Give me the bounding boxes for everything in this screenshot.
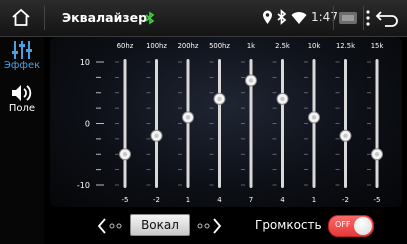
band-value-label: 1	[312, 196, 316, 204]
band-slider-knob-center	[280, 96, 285, 102]
eq-band-500hz: 500hz 4	[209, 42, 230, 204]
eq-band-15k: 15k -5	[367, 42, 383, 204]
band-value-label: -5	[122, 196, 129, 204]
more-vert-icon	[366, 10, 370, 26]
band-slider-knob-center	[154, 133, 159, 138]
equalizer-panel: 10 0 -10 60hz -5 100hz -2 200hz 1 500hz 4 1k 7 2.5k 4…	[50, 37, 402, 207]
previous-preset-button[interactable]	[97, 216, 125, 236]
eq-band-200hz: 200hz 1	[178, 42, 199, 204]
home-icon	[12, 8, 30, 26]
sidebar-item-label: Эффек	[3, 60, 41, 71]
equalizer-icon	[12, 41, 32, 59]
band-value-label: 1	[186, 196, 190, 204]
band-frequency-label: 12.5k	[336, 42, 355, 50]
band-value-label: 4	[217, 196, 222, 204]
band-slider-track[interactable]	[218, 59, 221, 188]
sidebar: Эффек Поле	[0, 37, 44, 244]
band-frequency-label: 15k	[371, 42, 384, 50]
band-slider-knob-center	[185, 115, 191, 120]
band-slider-knob-center	[122, 152, 128, 157]
scale-label-mid: 0	[85, 120, 90, 129]
sidebar-item-field[interactable]: Поле	[0, 81, 44, 125]
band-value-label: -5	[374, 196, 381, 204]
eq-band-10k: 10k 1	[304, 42, 320, 204]
divider	[44, 6, 45, 30]
band-frequency-label: 200hz	[178, 42, 199, 50]
band-slider-knob-center	[343, 133, 348, 138]
equalizer-sliders: 10 0 -10 60hz -5 100hz -2 200hz 1 500hz 4 1k 7 2.5k 4…	[77, 42, 383, 204]
sidebar-item-effects[interactable]: Эффек	[0, 37, 44, 81]
location-icon	[262, 10, 273, 29]
band-slider-track[interactable]	[186, 59, 190, 188]
eq-band-1k: 1k 7	[241, 42, 257, 204]
screen-icon	[339, 12, 357, 24]
band-value-label: 7	[249, 196, 253, 204]
toggle-state-text: OFF	[335, 220, 351, 229]
home-button[interactable]	[8, 6, 34, 30]
loudness-label: Громкость	[255, 218, 322, 232]
band-value-label: -2	[342, 196, 349, 204]
bluetooth-status-icon	[144, 10, 156, 29]
speaker-icon	[12, 85, 32, 101]
eq-band-100hz: 100hz -2	[146, 42, 167, 204]
toggle-knob	[354, 217, 372, 235]
band-frequency-label: 100hz	[146, 42, 167, 50]
wifi-icon	[291, 10, 307, 29]
band-slider-track[interactable]	[281, 59, 284, 188]
band-slider-knob-center	[374, 152, 380, 157]
chevron-left-icon	[97, 218, 122, 234]
band-slider-knob-center	[248, 78, 254, 83]
eq-band-2.5k: 2.5k 4	[272, 42, 290, 204]
next-preset-button[interactable]	[195, 216, 223, 236]
screen-button[interactable]	[313, 8, 337, 28]
eq-band-60hz: 60hz -5	[115, 42, 134, 204]
back-button[interactable]	[372, 7, 400, 29]
band-frequency-label: 60hz	[117, 42, 134, 50]
bluetooth-icon	[276, 9, 287, 29]
band-frequency-label: 2.5k	[275, 42, 290, 50]
screen-mode-button[interactable]	[337, 9, 359, 27]
band-slider-track[interactable]	[344, 59, 347, 188]
eq-band-12.5k: 12.5k -2	[335, 42, 355, 204]
band-frequency-label: 1k	[247, 42, 255, 50]
chevron-right-icon	[197, 218, 222, 234]
preset-button[interactable]: Вокал	[130, 214, 190, 236]
band-slider-track[interactable]	[312, 59, 316, 188]
menu-button[interactable]	[363, 8, 373, 28]
back-icon	[375, 11, 398, 27]
scale-label-max: 10	[80, 58, 90, 67]
band-slider-knob-center	[311, 115, 317, 120]
band-value-label: -2	[153, 196, 160, 204]
sidebar-item-label: Поле	[8, 103, 36, 114]
band-frequency-label: 500hz	[209, 42, 230, 50]
band-frequency-label: 10k	[308, 42, 321, 50]
band-slider-track[interactable]	[123, 59, 127, 188]
scale-label-min: -10	[77, 181, 90, 190]
band-slider-knob-center	[217, 96, 222, 102]
band-slider-track[interactable]	[375, 59, 379, 188]
band-slider-track[interactable]	[155, 59, 158, 188]
band-value-label: 4	[280, 196, 285, 204]
app-title: Эквалайзер	[62, 10, 148, 25]
loudness-toggle[interactable]: OFF	[328, 215, 374, 237]
